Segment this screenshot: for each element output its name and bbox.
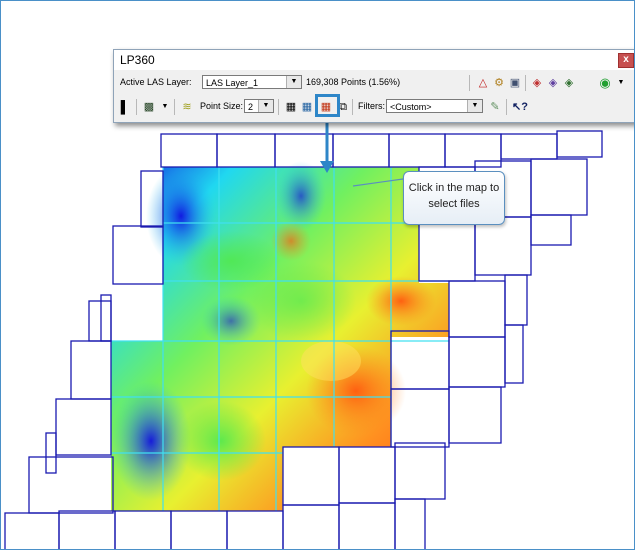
layer-icon[interactable]: ▩ [142, 100, 156, 114]
callout-text: Click in the map to select files [408, 182, 500, 210]
separator [352, 99, 353, 115]
active-layer-select[interactable]: LAS Layer_1 ▼ [202, 75, 302, 89]
active-layer-label: Active LAS Layer: [120, 77, 192, 87]
separator [278, 99, 279, 115]
points-count: 169,308 Points (1.56%) [306, 77, 401, 87]
filters-label: Filters: [358, 101, 385, 111]
chevron-down-icon[interactable]: ▼ [467, 100, 482, 112]
chevron-down-icon[interactable]: ▼ [258, 100, 273, 112]
settings-icon[interactable]: ▣ [508, 76, 522, 90]
app-frame: LP360 x Active LAS Layer: LAS Layer_1 ▼ … [0, 0, 635, 550]
filter-icon[interactable]: ✎ [488, 100, 502, 114]
whats-this-icon[interactable]: ↖? [512, 100, 528, 114]
layers-icon[interactable]: ◈ [546, 76, 560, 90]
grid-icon[interactable]: ▦ [284, 100, 298, 114]
elevation-raster [111, 161, 449, 511]
instruction-callout: Click in the map to select files [403, 171, 505, 225]
color-ramp-icon[interactable]: ◉ [598, 76, 612, 90]
warning-triangle-icon[interactable]: △ [476, 76, 490, 90]
point-size-select[interactable]: 2 ▼ [244, 99, 274, 113]
tiles-icon[interactable]: ▦ [300, 100, 314, 114]
separator [174, 99, 175, 115]
point-size-label: Point Size: [200, 101, 244, 111]
window-title: LP360 [120, 53, 155, 67]
separator [525, 75, 526, 91]
bar-icon: ▌ [120, 100, 130, 114]
select-files-highlight [315, 94, 340, 117]
filters-value: <Custom> [390, 102, 432, 112]
chevron-down-icon[interactable]: ▼ [286, 76, 301, 88]
lp360-toolbar-window[interactable]: LP360 x Active LAS Layer: LAS Layer_1 ▼ … [113, 49, 634, 123]
chevron-down-icon[interactable]: ▼ [614, 76, 628, 90]
toolbar-row-2: ▌ ▩ ▼ ≋ Point Size: 2 ▼ ▦ ▦ ▦ ⧉ Filters:… [114, 96, 634, 118]
window-titlebar[interactable]: LP360 x [114, 50, 634, 70]
filters-select[interactable]: <Custom> ▼ [386, 99, 483, 113]
toolbar-row-1: Active LAS Layer: LAS Layer_1 ▼ 169,308 … [114, 72, 634, 94]
profile-icon[interactable]: ≋ [180, 100, 194, 114]
separator [506, 99, 507, 115]
close-button[interactable]: x [618, 53, 634, 68]
layers-icon[interactable]: ◈ [530, 76, 544, 90]
properties-icon[interactable]: ⚙ [492, 76, 506, 90]
active-layer-value: LAS Layer_1 [206, 78, 259, 88]
layers-icon[interactable]: ◈ [562, 76, 576, 90]
separator [469, 75, 470, 91]
dropdown-icon[interactable]: ▼ [158, 100, 172, 114]
separator [136, 99, 137, 115]
point-size-value: 2 [248, 102, 254, 112]
